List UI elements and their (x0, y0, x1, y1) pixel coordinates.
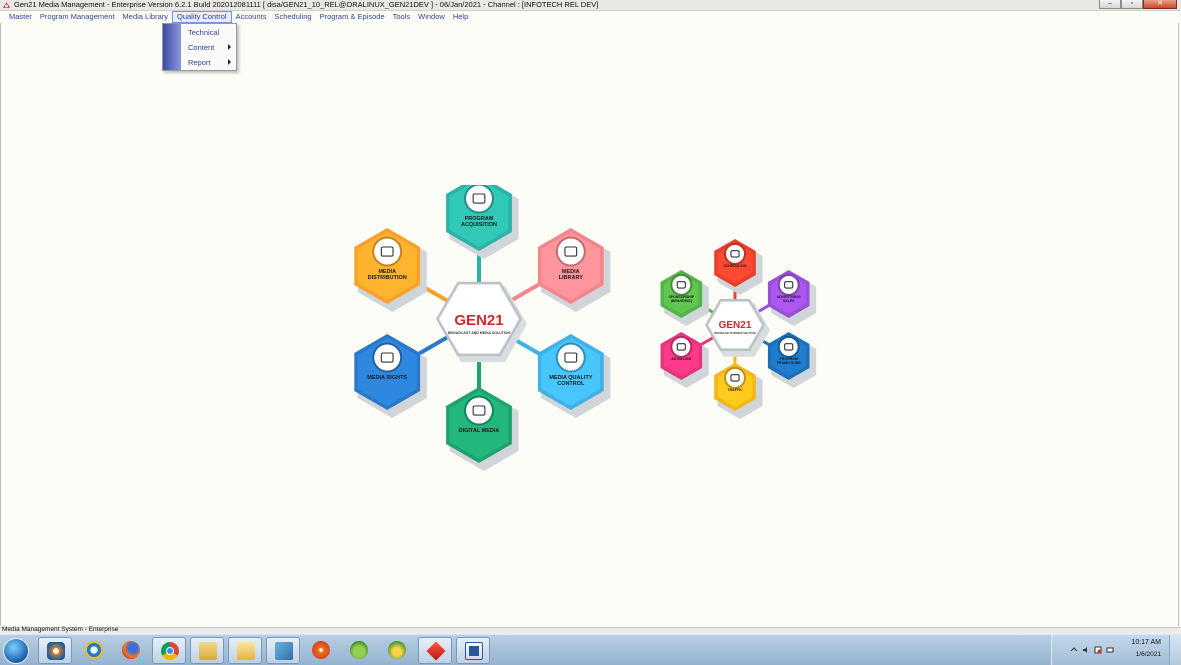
dropdown-item-technical[interactable]: Technical (188, 28, 219, 37)
node-target: SPONSORSHIP(BRANDING) (660, 270, 709, 326)
action-center-icon[interactable] (1094, 646, 1102, 654)
billing-icon (672, 337, 691, 356)
node-billing: AD BILLING (660, 332, 709, 388)
show-hidden-icons-icon[interactable] (1070, 646, 1078, 654)
mdi-right-border (1178, 23, 1179, 626)
node-distribution: MEDIADISTRIBUTION (354, 228, 427, 312)
handshake-icon (466, 185, 492, 212)
dropdown-icon-strip (163, 24, 181, 70)
menu-help[interactable]: Help (449, 11, 472, 23)
start-orb-icon[interactable] (3, 638, 29, 664)
play-icon (466, 397, 492, 424)
status-bar: Media Management System - Enterprise (0, 626, 1181, 634)
node-label: ACQUISITION (461, 222, 497, 228)
minimize-button[interactable]: – (1099, 0, 1121, 9)
status-text: Media Management System - Enterprise (2, 626, 119, 633)
tv-icon (726, 368, 744, 387)
frog-icon[interactable] (342, 637, 376, 664)
outlook-icon[interactable] (228, 637, 262, 664)
node-tv: TRAFFIC (714, 363, 763, 419)
show-desktop-button[interactable] (1169, 635, 1181, 665)
close-button[interactable]: ✕ (1143, 0, 1177, 9)
menu-accounts[interactable]: Accounts (232, 11, 271, 23)
gen21-business-solution-logo: GEN21BROADCAST BUSINESS SOLUTION SCHEDULI… (660, 239, 817, 419)
taskbar: 10:17 AM 1/6/2021 (0, 634, 1181, 665)
window-controls: – ▫ ✕ (1099, 0, 1177, 9)
node-megaphone: PROGRAMPROMOTIONS (767, 332, 817, 388)
node-media-library: MEDIALIBRARY (537, 228, 611, 312)
distribution-icon (374, 238, 401, 265)
menu-bar: Master Program Management Media Library … (0, 11, 1181, 23)
quality-control-dropdown: Technical Content Report (162, 23, 237, 71)
node-label: (BRANDING) (671, 299, 692, 303)
system-tray: 10:17 AM 1/6/2021 (1051, 635, 1181, 665)
mdi-left-border (0, 23, 1, 626)
gen21-media-solution-logo: GEN21 BROADCAST AND MEDIA SOLUTION PROGRAM… (354, 185, 611, 471)
internet-explorer-icon[interactable] (77, 637, 111, 664)
clock-date[interactable]: 1/6/2021 (1136, 651, 1161, 658)
media-library-icon (557, 238, 584, 265)
node-label: LIBRARY (559, 275, 584, 281)
menu-program-episode[interactable]: Program & Episode (316, 11, 389, 23)
word-icon[interactable] (456, 637, 490, 664)
gen21-app-icon[interactable] (380, 637, 414, 664)
firefox-icon[interactable] (114, 637, 148, 664)
calendar-icon (726, 244, 744, 263)
app-icon (2, 2, 11, 8)
menu-master[interactable]: Master (5, 11, 36, 23)
menu-scheduling[interactable]: Scheduling (270, 11, 315, 23)
node-handshake: PROGRAMACQUISITION (446, 185, 519, 259)
node-label: SALES (783, 299, 795, 303)
quality-control-icon (557, 344, 584, 371)
menu-window[interactable]: Window (414, 11, 449, 23)
menu-quality-control[interactable]: Quality Control (171, 11, 232, 23)
restore-button[interactable]: ▫ (1121, 0, 1143, 9)
center-title: GEN21 (454, 312, 503, 329)
diamond-app-icon[interactable] (418, 637, 452, 664)
menu-tools[interactable]: Tools (389, 11, 415, 23)
node-label: AD BILLING (671, 357, 691, 361)
media-player-icon[interactable] (38, 637, 72, 664)
menu-media-library[interactable]: Media Library (119, 11, 172, 23)
network-icon[interactable] (1106, 646, 1114, 654)
node-thumbs-up: MEDIA RIGHTS (354, 334, 427, 418)
thumbs-up-icon (374, 344, 401, 371)
node-play: DIGITAL MEDIA (446, 387, 519, 471)
node-sales: ADVERTISINGSALES (767, 270, 817, 326)
menu-program-management[interactable]: Program Management (36, 11, 119, 23)
node-label: CONTROL (557, 381, 585, 387)
node-label: DISTRIBUTION (368, 275, 407, 281)
tools-icon[interactable] (266, 637, 300, 664)
window-title: Gen21 Media Management - Enterprise Vers… (14, 0, 599, 9)
file-explorer-icon[interactable] (190, 637, 224, 664)
node-label: SCHEDULING (723, 264, 746, 268)
center-subtitle: BROADCAST BUSINESS SOLUTION (714, 332, 755, 335)
dropdown-item-content[interactable]: Content (188, 43, 214, 52)
submenu-arrow-icon (228, 59, 231, 65)
node-label: DIGITAL MEDIA (459, 428, 500, 434)
node-label: MEDIA RIGHTS (367, 375, 407, 381)
node-quality-control: MEDIA QUALITYCONTROL (537, 334, 611, 418)
node-label: TRAFFIC (728, 388, 743, 392)
speaker-icon[interactable] (1082, 646, 1090, 654)
submenu-arrow-icon (228, 44, 231, 50)
target-icon (672, 275, 691, 294)
node-calendar: SCHEDULING (714, 239, 763, 295)
clock-time[interactable]: 10:17 AM (1131, 639, 1161, 646)
title-bar: Gen21 Media Management - Enterprise Vers… (0, 0, 1181, 11)
compass-icon[interactable] (304, 637, 338, 664)
center-subtitle: BROADCAST AND MEDIA SOLUTION (448, 331, 510, 335)
chrome-icon[interactable] (152, 637, 186, 664)
center-title: GEN21 (719, 320, 752, 331)
megaphone-icon (779, 337, 798, 356)
sales-icon (779, 275, 798, 294)
node-label: PROMOTIONS (777, 361, 802, 365)
dropdown-item-report[interactable]: Report (188, 58, 211, 67)
